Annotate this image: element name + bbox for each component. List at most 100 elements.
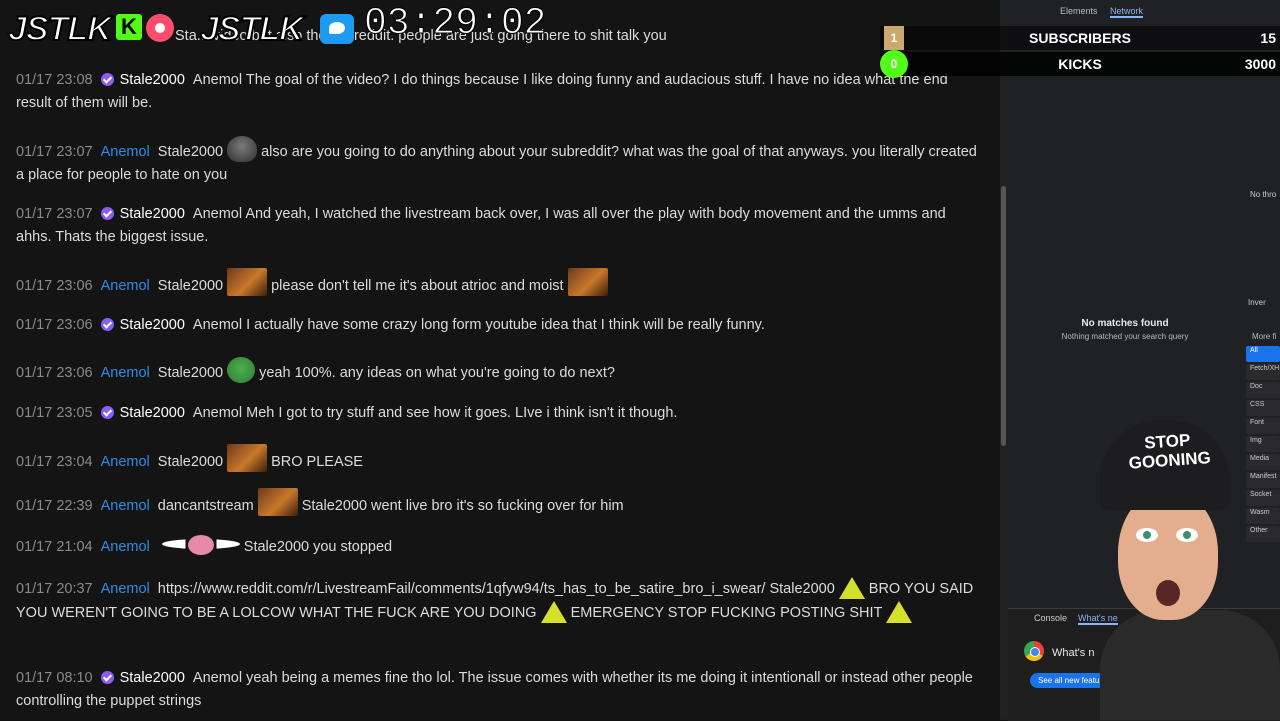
timestamp: 01/17 22:39 xyxy=(16,498,93,514)
devtools-tabbar: Elements Network xyxy=(1008,2,1280,20)
username[interactable]: Anemol xyxy=(101,365,150,381)
subscriber-label: SUBSCRIBERS xyxy=(1029,30,1131,46)
hat-text: STOP GOONING xyxy=(1128,430,1212,473)
channel-logo: JSTLK xyxy=(7,9,113,49)
username[interactable]: Anemol xyxy=(101,498,150,514)
throttle-select[interactable]: No thro xyxy=(1250,190,1276,199)
message-text: Stale2000 xyxy=(157,144,224,160)
stream-overlay-header: JSTLK K JSTLK 03:29:02 xyxy=(0,0,560,50)
empty-state: No matches found Nothing matched your se… xyxy=(1040,318,1210,341)
stream-timer: 03:29:02 xyxy=(363,2,547,46)
dog-emote-icon xyxy=(227,444,268,472)
timestamp: 01/17 23:07 xyxy=(16,144,93,160)
timestamp: 01/17 23:06 xyxy=(16,278,93,294)
verified-badge-icon xyxy=(100,671,114,684)
chat-message: 01/17 21:04 Anemol Stale2000 you stopped xyxy=(16,533,982,559)
message-text: https://www.reddit.com/r/LivestreamFail/… xyxy=(157,581,835,597)
message-text: Anemol I actually have some crazy long f… xyxy=(192,317,765,333)
kicks-goal: 0 KICKS 3000 xyxy=(880,50,1280,78)
tab-console[interactable]: Console xyxy=(1034,613,1067,623)
verified-badge-icon xyxy=(100,318,114,331)
message-text: BRO PLEASE xyxy=(271,454,363,470)
message-text: Stale2000 you stopped xyxy=(243,539,393,555)
message-text: please don't tell me it's about atrioc a… xyxy=(271,278,564,294)
streamer-avatar: STOP GOONING xyxy=(1100,420,1280,720)
see-all-button[interactable]: See all new featu xyxy=(1030,673,1108,688)
record-icon xyxy=(146,14,174,42)
username[interactable]: Anemol xyxy=(101,581,150,597)
username[interactable]: Anemol xyxy=(101,278,150,294)
kicks-goal-value: 3000 xyxy=(1244,56,1276,72)
filter-doc[interactable]: Doc xyxy=(1246,382,1280,398)
timestamp: 01/17 23:05 xyxy=(16,405,93,421)
scrollbar-thumb[interactable] xyxy=(1001,186,1006,446)
timestamp: 01/17 21:04 xyxy=(16,539,93,555)
message-text: Stale2000 xyxy=(157,454,224,470)
message-text: dancantstream xyxy=(157,498,254,514)
username[interactable]: Anemol xyxy=(101,539,150,555)
warning-emote-icon xyxy=(838,577,865,599)
kick-icon: K xyxy=(116,14,142,40)
username[interactable]: Anemol xyxy=(101,144,150,160)
winged-emote-icon xyxy=(161,533,240,557)
chat-message: 01/17 23:08 Stale2000 Anemol The goal of t… xyxy=(16,69,982,115)
verified-badge-icon xyxy=(100,406,114,419)
chat-message: 01/17 23:07 Anemol Stale2000 also are you g… xyxy=(16,136,982,187)
eye xyxy=(1176,528,1198,542)
timestamp: 01/17 23:08 xyxy=(16,72,93,88)
warning-emote-icon xyxy=(540,601,567,623)
pepe-emote-icon xyxy=(227,357,256,383)
subscriber-goal: 1 SUBSCRIBERS 15 xyxy=(880,26,1280,50)
shirt xyxy=(1100,610,1280,720)
hat: STOP GOONING xyxy=(1100,420,1230,510)
more-filters[interactable]: More fi xyxy=(1252,332,1276,341)
verified-badge-icon xyxy=(100,207,114,220)
chat-panel: Sta... video but also the subreddit. peo… xyxy=(0,0,1000,720)
timestamp: 01/17 08:10 xyxy=(16,670,93,686)
username[interactable]: Stale2000 xyxy=(120,405,185,421)
message-text: Anemol Meh I got to try stuff and see ho… xyxy=(192,405,678,421)
dog-emote-icon xyxy=(567,268,608,296)
mouth xyxy=(1156,580,1180,606)
username[interactable]: Stale2000 xyxy=(120,206,185,222)
filter-all[interactable]: All xyxy=(1246,346,1280,362)
dog-emote-icon xyxy=(227,268,268,296)
whats-new-heading: What's n xyxy=(1024,641,1094,661)
username[interactable]: Anemol xyxy=(101,454,150,470)
gray-emote-icon xyxy=(227,136,258,162)
chat-message: 01/17 23:05 Stale2000 Anemol Meh I got to … xyxy=(16,402,982,425)
tab-network[interactable]: Network xyxy=(1110,6,1144,18)
eye xyxy=(1136,528,1158,542)
filter-fetch[interactable]: Fetch/XH xyxy=(1246,364,1280,380)
chat-message: 01/17 22:39 Anemol dancantstream Stale2000 … xyxy=(16,488,982,518)
chat-message: 01/17 20:37 Anemol https://www.reddit.com/… xyxy=(16,577,982,625)
timestamp: 01/17 23:06 xyxy=(16,365,93,381)
message-text: Stale2000 xyxy=(157,278,224,294)
verified-badge-icon xyxy=(100,73,114,86)
chat-message: 01/17 23:07 Stale2000 Anemol And yeah, I w… xyxy=(16,203,982,249)
timestamp: 01/17 23:04 xyxy=(16,454,93,470)
empty-subtitle: Nothing matched your search query xyxy=(1061,332,1189,341)
tab-elements[interactable]: Elements xyxy=(1060,6,1098,16)
whats-new-title: What's n xyxy=(1052,647,1095,659)
username[interactable]: Stale2000 xyxy=(120,72,185,88)
username[interactable]: Stale2000 xyxy=(120,317,185,333)
twitter-icon xyxy=(320,14,354,44)
timestamp: 01/17 23:06 xyxy=(16,317,93,333)
scrollbar[interactable] xyxy=(1000,16,1007,716)
message-text: yeah 100%. any ideas on what you're goin… xyxy=(259,365,615,381)
chat-message: 01/17 23:06 Anemol Stale2000 yeah 100%. any… xyxy=(16,357,982,385)
username[interactable]: Stale2000 xyxy=(120,670,185,686)
dog-emote-icon xyxy=(257,488,298,516)
kicks-label: KICKS xyxy=(1058,56,1102,72)
message-text: Stale2000 went live bro it's so fucking … xyxy=(301,498,624,514)
chat-message: 01/17 08:10 Stale2000 Anemol yeah being a … xyxy=(16,667,982,713)
message-text: Stale2000 xyxy=(157,365,224,381)
empty-title: No matches found xyxy=(1081,318,1169,329)
chat-message: 01/17 23:06 Anemol Stale2000 please don't t… xyxy=(16,268,982,298)
timestamp: 01/17 23:07 xyxy=(16,206,93,222)
invert-checkbox[interactable]: Inver xyxy=(1248,298,1266,307)
message-text: EMERGENCY STOP FUCKING POSTING SHIT xyxy=(570,605,883,621)
warning-emote-icon xyxy=(886,601,913,623)
filter-css[interactable]: CSS xyxy=(1246,400,1280,416)
